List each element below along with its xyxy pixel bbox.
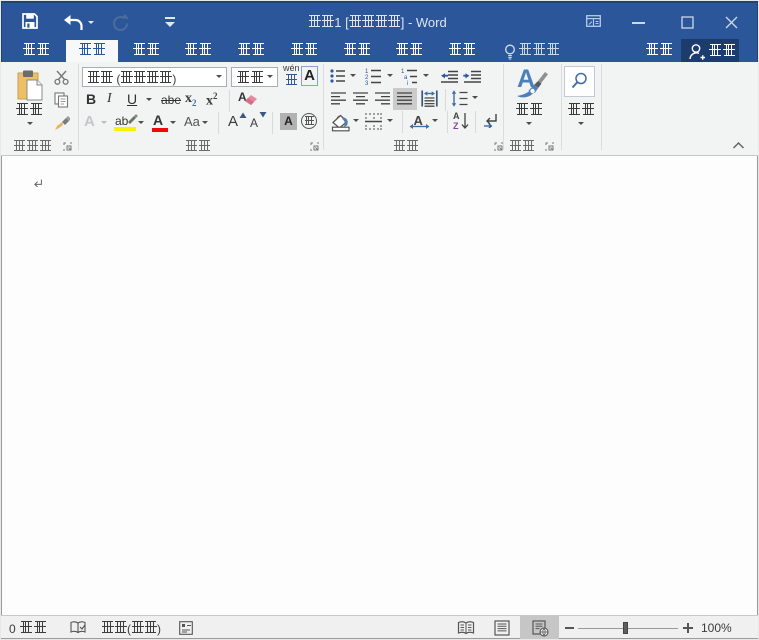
- svg-text:A: A: [414, 113, 424, 128]
- svg-text:i: i: [407, 81, 408, 85]
- svg-text:Z: Z: [453, 121, 459, 130]
- svg-text:A: A: [453, 111, 460, 121]
- svg-text:3: 3: [365, 81, 369, 85]
